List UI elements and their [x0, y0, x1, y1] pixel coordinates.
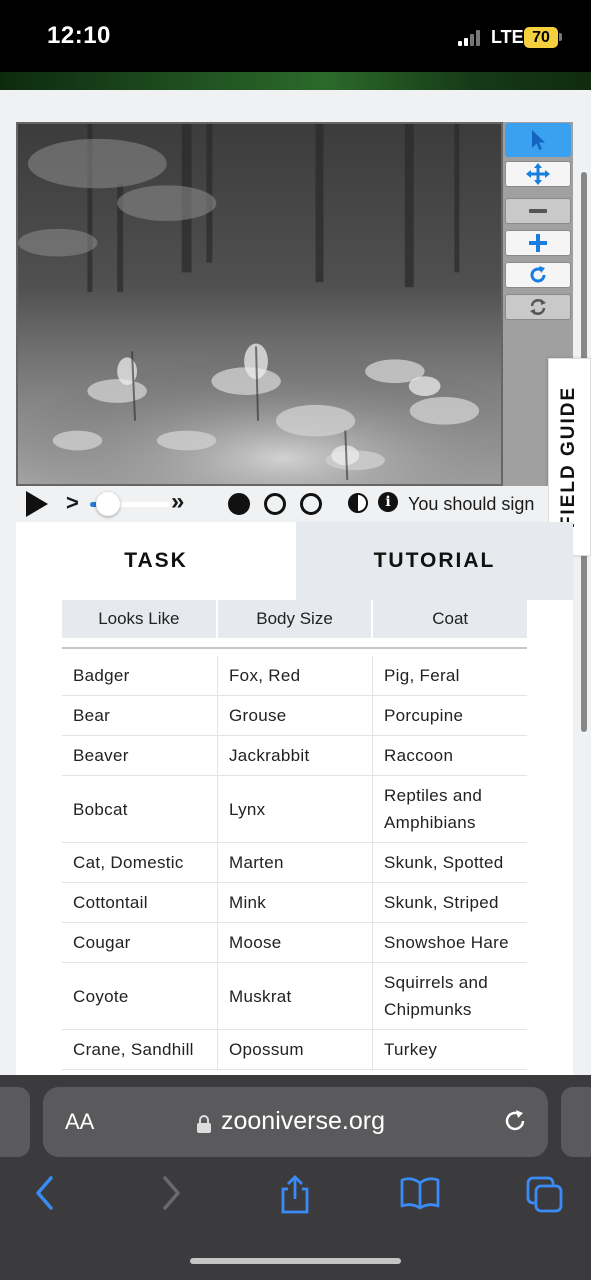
filter-looks-like-button[interactable]: Looks Like	[62, 600, 216, 638]
species-row: Cottontail Mink Skunk, Striped	[62, 883, 527, 923]
species-row: Cat, Domestic Marten Skunk, Spotted	[62, 843, 527, 883]
reader-options-button[interactable]: AA	[65, 1109, 94, 1135]
fast-forward-icon[interactable]: »	[171, 488, 184, 516]
tabs-icon[interactable]	[525, 1175, 565, 1215]
species-option[interactable]: Raccoon	[372, 736, 527, 775]
species-option[interactable]: Porcupine	[372, 696, 527, 735]
subject-viewer[interactable]	[16, 122, 503, 486]
pointer-icon	[532, 130, 545, 150]
species-option[interactable]: Cougar	[62, 923, 217, 962]
share-icon[interactable]	[278, 1175, 312, 1215]
species-option[interactable]: Cat, Domestic	[62, 843, 217, 882]
frame-dot-2[interactable]	[264, 493, 286, 515]
field-guide-label: FIELD GUIDE	[558, 385, 580, 529]
species-option[interactable]: Bear	[62, 696, 217, 735]
species-row: Beaver Jackrabbit Raccoon	[62, 736, 527, 776]
species-grid: Badger Fox, Red Pig, Feral Bear Grouse P…	[62, 656, 527, 1070]
species-option[interactable]: Beaver	[62, 736, 217, 775]
pointer-tool-button[interactable]	[505, 123, 571, 157]
species-option[interactable]: Cottontail	[62, 883, 217, 922]
header-strip	[0, 72, 591, 90]
species-option[interactable]: Reptiles and Amphibians	[372, 776, 527, 842]
task-panel: Looks Like Body Size Coat Badger Fox, Re…	[16, 600, 573, 1075]
signal-icon	[458, 30, 484, 46]
species-option[interactable]: Coyote	[62, 963, 217, 1029]
reset-view-button[interactable]	[505, 294, 571, 320]
move-tool-button[interactable]	[505, 161, 571, 187]
species-option[interactable]: Lynx	[217, 776, 372, 842]
species-row: Bobcat Lynx Reptiles and Amphibians	[62, 776, 527, 843]
species-option[interactable]: Crane, Sandhill	[62, 1030, 217, 1069]
species-option[interactable]: Grouse	[217, 696, 372, 735]
filter-coat-button[interactable]: Coat	[373, 600, 528, 638]
zoom-out-button[interactable]	[505, 198, 571, 224]
step-forward-icon[interactable]: >	[66, 490, 79, 516]
reload-icon[interactable]	[502, 1108, 528, 1134]
rotate-button[interactable]	[505, 262, 571, 288]
sign-in-notice: You should sign	[408, 494, 535, 514]
species-row: Coyote Muskrat Squirrels and Chipmunks	[62, 963, 527, 1030]
species-option[interactable]: Jackrabbit	[217, 736, 372, 775]
move-icon	[526, 163, 550, 185]
filter-divider	[62, 647, 527, 649]
filter-body-size-button[interactable]: Body Size	[217, 600, 372, 638]
browser-toolbar: AA zooniverse.org	[0, 1075, 591, 1280]
species-option[interactable]: Badger	[62, 656, 217, 695]
species-row: Badger Fox, Red Pig, Feral	[62, 656, 527, 696]
zoom-in-icon	[529, 234, 547, 252]
species-row: Crane, Sandhill Opossum Turkey	[62, 1030, 527, 1070]
species-option[interactable]: Opossum	[217, 1030, 372, 1069]
tab-tutorial[interactable]: TUTORIAL	[296, 522, 573, 600]
home-indicator	[190, 1258, 401, 1264]
trail-camera-image	[18, 124, 501, 484]
address-bar[interactable]: AA zooniverse.org	[43, 1087, 548, 1157]
frame-dot-3[interactable]	[300, 493, 322, 515]
info-icon[interactable]: i	[378, 492, 398, 512]
previous-tab-peek[interactable]	[0, 1087, 30, 1157]
forward-icon[interactable]	[161, 1175, 183, 1211]
zoom-in-button[interactable]	[505, 230, 571, 256]
species-option[interactable]: Snowshoe Hare	[372, 923, 527, 962]
page-content: FIELD GUIDE > » i You should sign TASK T…	[0, 90, 591, 1075]
status-bar: 12:10 LTE 70	[0, 0, 591, 72]
species-option[interactable]: Squirrels and Chipmunks	[372, 963, 527, 1029]
next-tab-peek[interactable]	[561, 1087, 591, 1157]
bookmarks-icon[interactable]	[400, 1175, 440, 1211]
species-option[interactable]: Skunk, Spotted	[372, 843, 527, 882]
task-tabs: TASK TUTORIAL	[16, 522, 573, 600]
network-type: LTE	[491, 27, 524, 47]
speed-slider-thumb[interactable]	[96, 492, 120, 516]
battery-icon: 70	[524, 27, 558, 48]
playback-controls: > » i You should sign	[16, 486, 548, 522]
filter-bar: Looks Like Body Size Coat	[62, 600, 528, 638]
species-option[interactable]: Marten	[217, 843, 372, 882]
species-row: Cougar Moose Snowshoe Hare	[62, 923, 527, 963]
species-option[interactable]: Mink	[217, 883, 372, 922]
species-option[interactable]: Skunk, Striped	[372, 883, 527, 922]
species-row: Bear Grouse Porcupine	[62, 696, 527, 736]
rotate-icon	[530, 266, 546, 283]
status-time: 12:10	[47, 22, 111, 49]
invert-colors-icon[interactable]	[348, 493, 368, 513]
species-option[interactable]: Muskrat	[217, 963, 372, 1029]
species-option[interactable]: Turkey	[372, 1030, 527, 1069]
back-icon[interactable]	[33, 1175, 55, 1211]
zoom-out-icon	[529, 209, 547, 213]
species-option[interactable]: Pig, Feral	[372, 656, 527, 695]
tab-task[interactable]: TASK	[16, 522, 296, 600]
url-text[interactable]: zooniverse.org	[221, 1107, 385, 1136]
species-option[interactable]: Moose	[217, 923, 372, 962]
species-option[interactable]: Fox, Red	[217, 656, 372, 695]
reset-icon	[530, 299, 546, 315]
battery-tip	[559, 33, 562, 41]
lock-icon	[197, 1115, 211, 1133]
play-icon[interactable]	[24, 490, 50, 518]
frame-dot-1[interactable]	[228, 493, 250, 515]
species-option[interactable]: Bobcat	[62, 776, 217, 842]
